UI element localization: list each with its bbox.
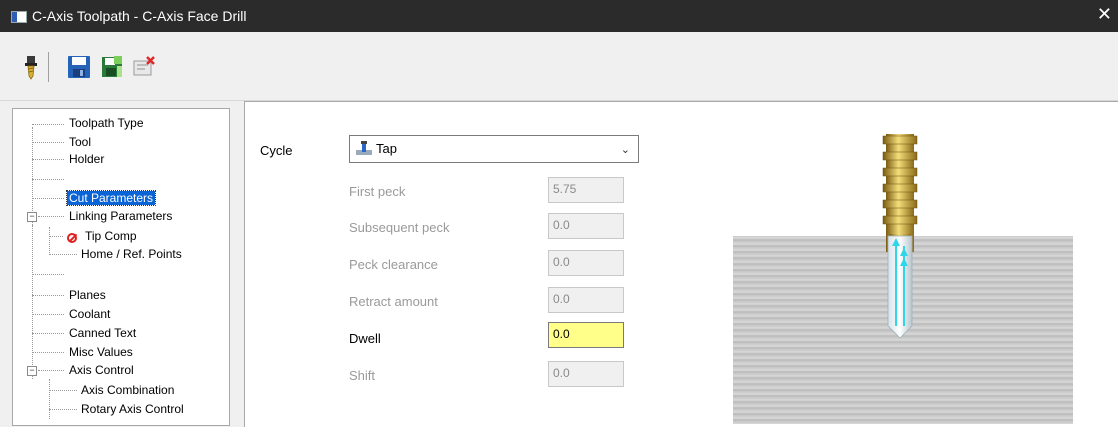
tree-item-axis-combination[interactable]: Axis Combination: [79, 381, 176, 399]
tree-item-planes[interactable]: Planes: [67, 286, 108, 304]
tool-icon[interactable]: [18, 54, 44, 80]
retract-amount-label: Retract amount: [349, 294, 438, 309]
tree-connector: [49, 379, 50, 419]
tree-connector: [32, 333, 64, 334]
app-icon: [11, 11, 27, 23]
first-peck-label: First peck: [349, 184, 406, 199]
tree-connector: [32, 352, 64, 353]
expander-linking-parameters[interactable]: −: [27, 212, 37, 222]
tree-item-tool[interactable]: Tool: [67, 133, 93, 151]
save-icon[interactable]: [66, 54, 92, 80]
tree-item-home-ref-points[interactable]: Home / Ref. Points: [79, 245, 184, 263]
disabled-icon: [67, 233, 77, 243]
dwell-label: Dwell: [349, 331, 381, 346]
tree-connector: [38, 370, 64, 371]
peck-clearance-label: Peck clearance: [349, 257, 438, 272]
tree-item-cut-parameters[interactable]: Cut Parameters: [65, 189, 157, 207]
tree-connector: [32, 159, 64, 160]
tree-item-tip-comp[interactable]: Tip Comp: [67, 227, 139, 245]
dwell-field[interactable]: 0.0: [548, 322, 624, 348]
tree-connector: [32, 295, 64, 296]
delete-icon[interactable]: [131, 54, 157, 80]
tree-item-holder[interactable]: Holder: [67, 150, 106, 168]
tree-connector: [32, 314, 64, 315]
tree-item-misc-values[interactable]: Misc Values: [67, 343, 135, 361]
tap-cycle-icon: [356, 141, 372, 155]
first-peck-field[interactable]: 5.75: [548, 177, 624, 203]
tree-connector: [49, 390, 77, 391]
expander-axis-control[interactable]: −: [27, 366, 37, 376]
peck-clearance-field[interactable]: 0.0: [548, 250, 624, 276]
cycle-label: Cycle: [260, 143, 293, 158]
chevron-down-icon: ⌄: [620, 144, 630, 156]
tree-connector: [32, 124, 64, 125]
tree-connector: [32, 198, 64, 199]
tree-connector: [32, 274, 64, 275]
cycle-value: Tap: [376, 141, 397, 156]
tree-connector: [49, 236, 63, 237]
toolbar-separator: [48, 52, 49, 82]
cycle-select[interactable]: Tap ⌄: [349, 135, 639, 163]
tree-connector: [32, 142, 64, 143]
tree-connector: [32, 225, 33, 379]
shift-label: Shift: [349, 368, 376, 383]
tree-connector: [49, 254, 77, 255]
tree-item-coolant[interactable]: Coolant: [67, 305, 112, 323]
tree-item-toolpath-type[interactable]: Toolpath Type: [67, 114, 146, 132]
tree-connector: [49, 409, 77, 410]
tree-item-rotary-axis-control[interactable]: Rotary Axis Control: [79, 400, 186, 418]
subsequent-peck-label: Subsequent peck: [349, 220, 450, 235]
shift-field[interactable]: 0.0: [548, 361, 624, 387]
tree-connector: [49, 227, 50, 255]
tree-connector: [32, 179, 64, 180]
parameter-tree: Toolpath Type Tool Holder Cut Parameters…: [12, 108, 230, 426]
tree-item-canned-text[interactable]: Canned Text: [67, 324, 138, 342]
tree-item-linking-parameters[interactable]: Linking Parameters: [67, 207, 174, 225]
cut-parameters-panel: Cycle Tap ⌄ First peck 5.75 Subsequent p…: [244, 101, 1118, 427]
tree-connector: [38, 216, 64, 217]
toolbar: [0, 32, 1118, 101]
save-as-icon[interactable]: [99, 54, 125, 80]
close-button[interactable]: ✕: [1097, 4, 1112, 25]
tap-tool-illustration: [882, 134, 918, 339]
tree-item-axis-control[interactable]: Axis Control: [67, 361, 136, 379]
title-bar: C-Axis Toolpath - C-Axis Face Drill ✕: [0, 0, 1118, 32]
window-title: C-Axis Toolpath - C-Axis Face Drill: [32, 8, 247, 24]
subsequent-peck-field[interactable]: 0.0: [548, 213, 624, 239]
retract-amount-field[interactable]: 0.0: [548, 287, 624, 313]
